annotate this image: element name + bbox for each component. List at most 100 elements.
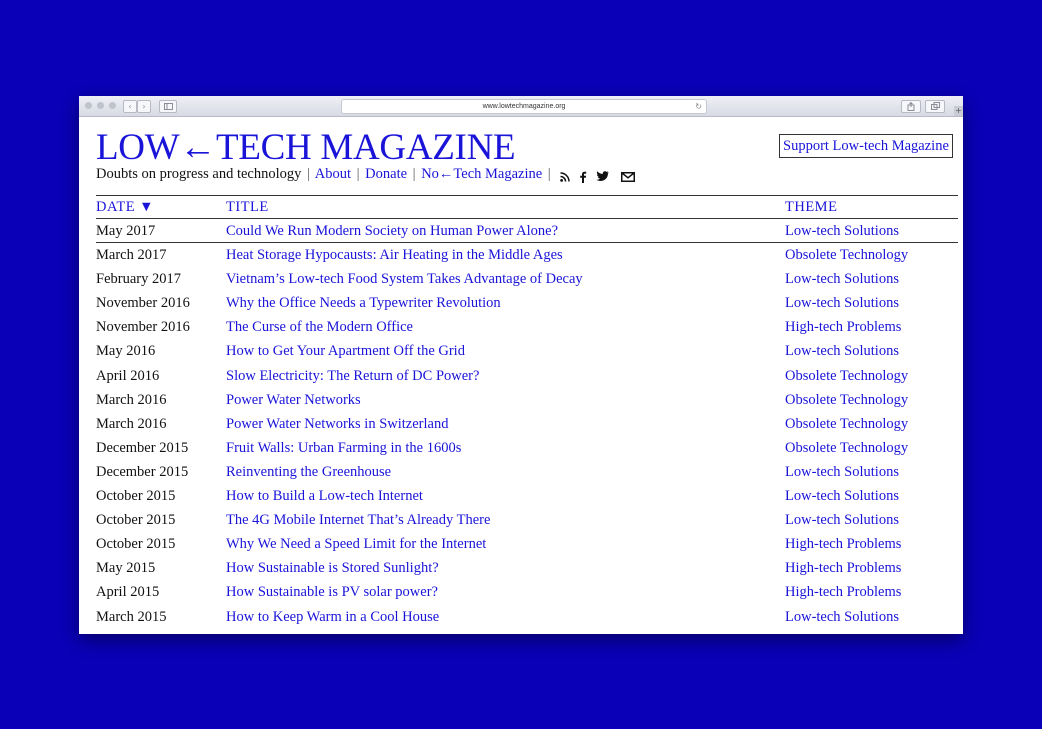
article-theme-link[interactable]: High-tech Problems: [785, 315, 901, 339]
article-date: December 2015: [96, 463, 189, 480]
article-date: November 2016: [96, 319, 190, 336]
table-row: November 2016 Why the Office Needs a Typ…: [79, 291, 963, 315]
article-theme-link[interactable]: Low-tech Solutions: [785, 339, 899, 363]
table-row: March 2016 Power Water Networks Obsolete…: [79, 388, 963, 412]
article-theme-link[interactable]: Obsolete Technology: [785, 243, 908, 267]
article-date: February 2017: [96, 271, 181, 288]
browser-window: ‹ › www.lowtechmagazine.org ↻ + LOW←TECH…: [79, 96, 963, 634]
rss-icon[interactable]: [560, 171, 571, 182]
share-icon: [907, 101, 915, 111]
table-row: December 2015 Fruit Walls: Urban Farming…: [79, 436, 963, 460]
separator: |: [307, 166, 310, 182]
article-date: December 2015: [96, 439, 189, 456]
article-theme-link[interactable]: Low-tech Solutions: [785, 291, 899, 315]
site-logo[interactable]: LOW←TECH MAGAZINE: [96, 129, 516, 166]
article-theme-link[interactable]: Obsolete Technology: [785, 364, 908, 388]
separator: |: [547, 166, 551, 182]
back-button[interactable]: ‹: [123, 100, 137, 113]
article-theme-link[interactable]: Low-tech Solutions: [785, 267, 899, 291]
url-text: www.lowtechmagazine.org: [482, 103, 566, 110]
article-title-link[interactable]: How to Keep Warm in a Cool House: [226, 605, 439, 629]
article-title-link[interactable]: How to Build a Low-tech Internet: [226, 484, 423, 508]
article-date: March 2017: [96, 247, 167, 264]
article-date: March 2016: [96, 391, 167, 408]
article-title-link[interactable]: Why the Office Needs a Typewriter Revolu…: [226, 291, 501, 315]
forward-button[interactable]: ›: [137, 100, 151, 113]
article-date: March 2016: [96, 415, 167, 432]
article-theme-link[interactable]: High-tech Problems: [785, 580, 901, 604]
article-date: May 2015: [96, 560, 156, 577]
sort-by-title-header[interactable]: TITLE: [226, 199, 269, 216]
article-title-link[interactable]: How Sustainable is Stored Sunlight?: [226, 556, 439, 580]
article-title-link[interactable]: How Sustainable is PV solar power?: [226, 580, 438, 604]
article-theme-link[interactable]: Low-tech Solutions: [785, 508, 899, 532]
article-title-link[interactable]: Reinventing the Greenhouse: [226, 460, 391, 484]
article-title-link[interactable]: Slow Electricity: The Return of DC Power…: [226, 364, 479, 388]
mail-icon[interactable]: [621, 171, 636, 182]
table-row: May 2015 How Sustainable is Stored Sunli…: [79, 556, 963, 580]
close-window-button[interactable]: [85, 102, 92, 109]
article-title-link[interactable]: Vietnam’s Low-tech Food System Takes Adv…: [226, 267, 583, 291]
article-title-link[interactable]: Fruit Walls: Urban Farming in the 1600s: [226, 436, 461, 460]
table-row: October 2015 How to Build a Low-tech Int…: [79, 484, 963, 508]
chevron-left-icon: ‹: [128, 102, 132, 111]
table-row: March 2016 Power Water Networks in Switz…: [79, 412, 963, 436]
tabs-overview-button[interactable]: [925, 100, 945, 113]
article-theme-link[interactable]: High-tech Problems: [785, 532, 901, 556]
reload-icon[interactable]: ↻: [695, 100, 702, 113]
table-row: February 2017 Vietnam’s Low-tech Food Sy…: [79, 267, 963, 291]
about-link[interactable]: About: [315, 166, 351, 182]
browser-toolbar: ‹ › www.lowtechmagazine.org ↻ +: [79, 96, 963, 117]
article-date: November 2016: [96, 295, 190, 312]
article-title-link[interactable]: How to Get Your Apartment Off the Grid: [226, 339, 465, 363]
table-row: April 2015 How Sustainable is PV solar p…: [79, 580, 963, 604]
article-date: October 2015: [96, 512, 176, 529]
donate-link[interactable]: Donate: [365, 166, 407, 182]
article-theme-link[interactable]: Obsolete Technology: [785, 412, 908, 436]
table-row: October 2015 Why We Need a Speed Limit f…: [79, 532, 963, 556]
sort-by-date-header[interactable]: DATE ▼: [96, 199, 154, 216]
twitter-icon[interactable]: [595, 171, 609, 182]
table-row: May 2016 How to Get Your Apartment Off t…: [79, 339, 963, 363]
table-row: December 2015 Reinventing the Greenhouse…: [79, 460, 963, 484]
sidebar-button[interactable]: [159, 100, 177, 113]
address-bar[interactable]: www.lowtechmagazine.org ↻: [341, 99, 707, 114]
sort-by-theme-header[interactable]: THEME: [785, 199, 837, 216]
support-button[interactable]: Support Low-tech Magazine: [779, 134, 953, 158]
article-theme-link[interactable]: Obsolete Technology: [785, 388, 908, 412]
table-row: November 2016 The Curse of the Modern Of…: [79, 315, 963, 339]
article-theme-link[interactable]: Low-tech Solutions: [785, 605, 899, 629]
table-row: April 2016 Slow Electricity: The Return …: [79, 364, 963, 388]
no-tech-magazine-link[interactable]: No←Tech Magazine: [421, 166, 542, 182]
article-title-link[interactable]: Power Water Networks: [226, 388, 361, 412]
tagline-bar: Doubts on progress and technology | Abou…: [96, 166, 640, 185]
article-date: March 2015: [96, 608, 167, 625]
article-title-link[interactable]: Power Water Networks in Switzerland: [226, 412, 448, 436]
separator: |: [356, 166, 360, 182]
facebook-icon[interactable]: [579, 171, 587, 183]
page-content: LOW←TECH MAGAZINE Support Low-tech Magaz…: [79, 116, 963, 634]
article-title-link[interactable]: Could We Run Modern Society on Human Pow…: [226, 219, 558, 243]
social-icons: [560, 168, 640, 185]
article-theme-link[interactable]: Low-tech Solutions: [785, 484, 899, 508]
table-row: March 2015 How to Keep Warm in a Cool Ho…: [79, 605, 963, 629]
share-button[interactable]: [901, 100, 921, 113]
chevron-right-icon: ›: [142, 102, 146, 111]
article-theme-link[interactable]: Obsolete Technology: [785, 436, 908, 460]
article-theme-link[interactable]: Low-tech Solutions: [785, 219, 899, 243]
tabs-icon: [930, 102, 940, 110]
table-row: March 2017 Heat Storage Hypocausts: Air …: [79, 243, 963, 267]
sidebar-icon: [163, 103, 173, 110]
article-title-link[interactable]: The Curse of the Modern Office: [226, 315, 413, 339]
article-theme-link[interactable]: Low-tech Solutions: [785, 460, 899, 484]
article-title-link[interactable]: The 4G Mobile Internet That’s Already Th…: [226, 508, 490, 532]
zoom-window-button[interactable]: [109, 102, 116, 109]
article-date: April 2015: [96, 584, 160, 601]
article-title-link[interactable]: Heat Storage Hypocausts: Air Heating in …: [226, 243, 563, 267]
table-row: October 2015 The 4G Mobile Internet That…: [79, 508, 963, 532]
minimize-window-button[interactable]: [97, 102, 104, 109]
new-tab-button[interactable]: +: [954, 106, 963, 116]
tagline-text: Doubts on progress and technology: [96, 166, 302, 182]
article-theme-link[interactable]: High-tech Problems: [785, 556, 901, 580]
article-title-link[interactable]: Why We Need a Speed Limit for the Intern…: [226, 532, 486, 556]
